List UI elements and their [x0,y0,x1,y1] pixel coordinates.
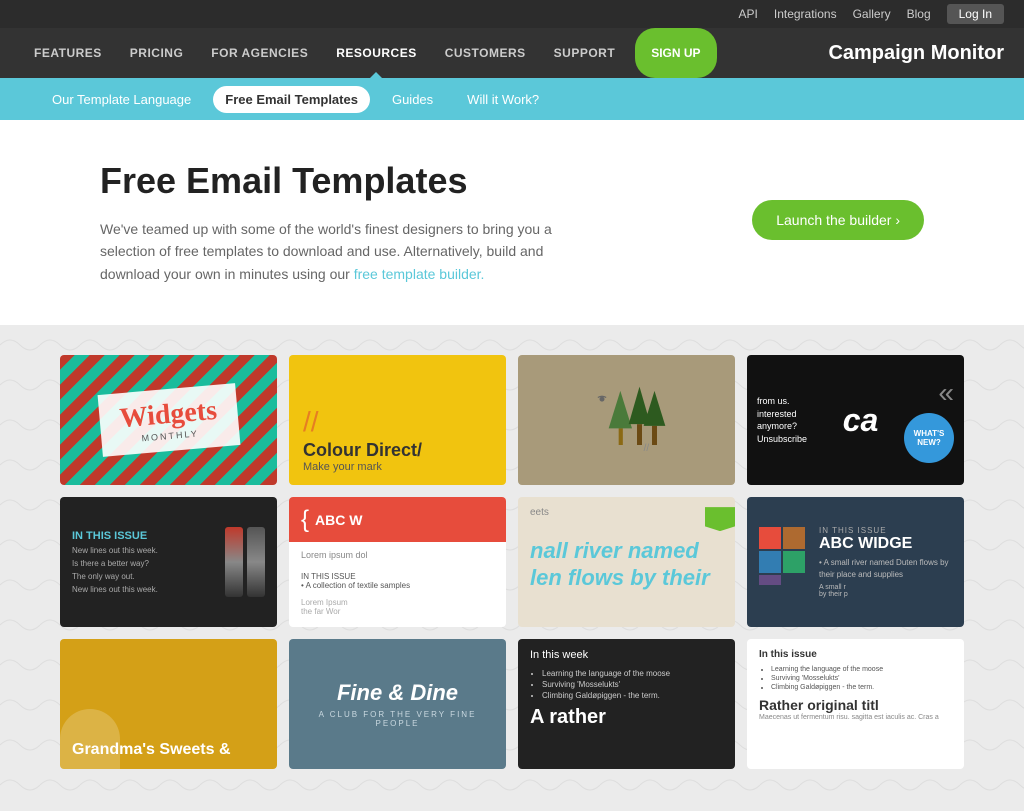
trees-illustration: // [577,380,677,460]
sub-nav: Our Template Language Free Email Templat… [0,78,1024,120]
nav-item-for-agencies[interactable]: FOR AGENCIES [197,28,322,78]
card-title: Fine & Dine [337,680,458,706]
card-title: nall river namedlen flows by their [530,538,723,591]
template-card-river[interactable]: eets nall river namedlen flows by their [518,497,735,627]
template-card-subtitle: Make your mark [303,461,492,473]
template-card-text: IN THIS ISSUE New lines out this week. I… [72,528,225,597]
card-title: ABC WIDGE [819,535,952,553]
card-header: In this week [530,649,723,661]
template-card-inweek[interactable]: In this week Learning the language of th… [518,639,735,769]
template-card-title: Colour Direct/ [303,440,492,461]
card-pretext: eets [530,507,723,518]
nav-item-pricing[interactable]: PRICING [116,28,198,78]
template-card-finedine[interactable]: Fine & Dine A CLUB FOR THE VERY FINE PEO… [289,639,506,769]
nav-item-support[interactable]: SUPPORT [540,28,630,78]
card-footer: Lorem Ipsumthe far Wor [289,594,506,620]
card-body: Maecenas ut fermentum risu. sagitta est … [759,713,952,723]
quote-marks: // [303,408,492,436]
nav-item-customers[interactable]: CUSTOMERS [431,28,540,78]
hero-text: Free Email Templates We've teamed up wit… [100,160,580,285]
card-items: Learning the language of the moose Survi… [759,666,952,691]
whats-new-badge: WHAT'SNEW? [904,413,954,463]
card-header: { ABC W [289,497,506,542]
card-body: Lorem ipsum dol [289,542,506,568]
bracket-icon: { [301,506,309,534]
card-title: ABC W [315,512,362,528]
template-card-abc-geo[interactable]: IN THIS ISSUE ABC WIDGE • A small river … [747,497,964,627]
card-big-text: Rather original titl [759,697,952,713]
signup-button[interactable]: SIGN UP [635,28,716,78]
utility-link-api[interactable]: API [739,7,758,21]
subnav-will-it-work[interactable]: Will it Work? [455,86,551,113]
launch-builder-button[interactable]: Launch the builder › [752,200,924,240]
grandma-shape [60,709,120,769]
card-items: Learning the language of the moose Survi… [530,669,723,700]
utility-link-gallery[interactable]: Gallery [853,7,891,21]
svg-text://: // [643,443,649,454]
arrow-icon: « [938,377,954,409]
card-subtitle: IN THIS ISSUE [819,526,952,535]
main-nav: FEATURES PRICING FOR AGENCIES RESOURCES … [0,28,1024,78]
nav-item-features[interactable]: FEATURES [20,28,116,78]
skateboard-2 [247,527,265,597]
card-subtitle: A CLUB FOR THE VERY FINE PEOPLE [305,710,490,728]
brand-logo: Campaign Monitor [828,42,1004,65]
card-extra: A small rby their p [819,584,952,598]
utility-bar: API Integrations Gallery Blog Log In [0,0,1024,28]
template-card-trees[interactable]: // [518,355,735,485]
hero-section: Free Email Templates We've teamed up wit… [0,120,1024,325]
template-card-inner: Widgets MONTHLY [97,383,239,457]
template-card-grandma[interactable]: Grandma's Sweets & [60,639,277,769]
template-card-dark[interactable]: from us.interested anymore? Unsubscribe … [747,355,964,485]
login-button[interactable]: Log In [947,4,1004,24]
card-text: IN THIS ISSUE ABC WIDGE • A small river … [819,526,952,597]
template-card-skate[interactable]: IN THIS ISSUE New lines out this week. I… [60,497,277,627]
geo-svg [759,527,809,597]
template-card-colour[interactable]: // Colour Direct/ Make your mark [289,355,506,485]
geo-shapes [759,527,809,597]
card-header: In this issue [759,649,952,660]
hero-description: We've teamed up with some of the world's… [100,218,580,285]
template-card-heading: IN THIS ISSUE [72,528,225,546]
subnav-free-templates[interactable]: Free Email Templates [213,86,370,113]
subnav-template-language[interactable]: Our Template Language [40,86,203,113]
card-big-text: A rather [530,706,723,729]
templates-row-3: Grandma's Sweets & Fine & Dine A CLUB FO… [60,639,964,769]
template-card-widgets[interactable]: Widgets MONTHLY [60,355,277,485]
template-card-abc-red[interactable]: { ABC W Lorem ipsum dol IN THIS ISSUE• A… [289,497,506,627]
templates-row-1: Widgets MONTHLY // Colour Direct/ Make y… [60,355,964,485]
template-builder-link[interactable]: free template builder. [354,266,485,282]
nav-links: FEATURES PRICING FOR AGENCIES RESOURCES … [20,28,828,78]
templates-section: Widgets MONTHLY // Colour Direct/ Make y… [0,325,1024,811]
utility-link-blog[interactable]: Blog [907,7,931,21]
template-card-text: from us.interested anymore? Unsubscribe [757,395,817,445]
skateboard-image [225,527,265,597]
card-body: • A small river named Duten flows by the… [819,557,952,579]
ribbon-decoration [705,507,735,531]
template-card-inissue[interactable]: In this issue Learning the language of t… [747,639,964,769]
skateboard-1 [225,527,243,597]
subnav-guides[interactable]: Guides [380,86,445,113]
nav-item-resources[interactable]: RESOURCES [322,28,431,78]
page-title: Free Email Templates [100,160,580,202]
utility-link-integrations[interactable]: Integrations [774,7,837,21]
card-bottom: IN THIS ISSUE• A collection of textile s… [289,568,506,594]
template-card-letter: ca [843,402,879,439]
templates-row-2: IN THIS ISSUE New lines out this week. I… [60,497,964,627]
